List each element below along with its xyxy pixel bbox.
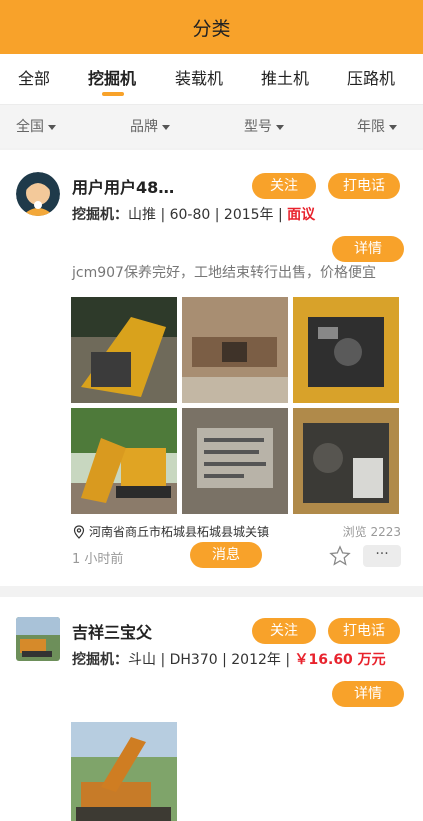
- tab-bulldozer[interactable]: 推土机: [261, 66, 309, 92]
- caret-down-icon: [48, 124, 56, 130]
- spec-text: 山推 | 60-80 | 2015年 |: [128, 207, 288, 223]
- location: 河南省商丘市柘城县柘城县城关镇: [72, 523, 269, 540]
- post-time: 1 小时前: [72, 552, 124, 567]
- star-icon[interactable]: [329, 545, 351, 567]
- message-button[interactable]: 消息: [190, 542, 262, 568]
- follow-button[interactable]: 关注: [252, 173, 316, 199]
- app-header: 分类: [0, 0, 423, 54]
- tab-all[interactable]: 全部: [18, 66, 50, 92]
- listing-photo[interactable]: [293, 297, 399, 403]
- listing-photo[interactable]: [293, 408, 399, 514]
- tab-loader[interactable]: 装载机: [175, 66, 223, 92]
- category-tabs: 全部 挖掘机 装载机 推土机 压路机: [0, 54, 423, 104]
- caret-down-icon: [162, 124, 170, 130]
- location-pin-icon: [73, 524, 85, 539]
- detail-button[interactable]: 详情: [332, 681, 404, 707]
- more-icon[interactable]: ···: [363, 545, 401, 567]
- listing-card[interactable]: 吉祥三宝父 关注 打电话 挖掘机：斗山 | DH370 | 2012年 | ￥1…: [0, 597, 423, 821]
- listing-card[interactable]: 用户用户48… 关注 打电话 挖掘机：山推 | 60-80 | 2015年 | …: [0, 150, 423, 586]
- machine-specs: 挖掘机：山推 | 60-80 | 2015年 | 面议: [72, 204, 315, 224]
- user-name: 吉祥三宝父: [72, 623, 153, 642]
- listing-photo[interactable]: [182, 408, 288, 514]
- listing-photo[interactable]: [71, 408, 177, 514]
- filter-brand[interactable]: 品牌: [130, 105, 170, 149]
- views-value: 2223: [370, 525, 401, 539]
- filter-model-label: 型号: [244, 119, 272, 135]
- caret-down-icon: [389, 124, 397, 130]
- filter-year[interactable]: 年限: [357, 105, 397, 149]
- filter-year-label: 年限: [357, 119, 385, 135]
- avatar[interactable]: [16, 617, 60, 661]
- price: 面议: [287, 207, 316, 223]
- spec-text: 斗山 | DH370 | 2012年 |: [128, 652, 295, 668]
- active-tab-indicator: [102, 92, 124, 96]
- machine-specs: 挖掘机：斗山 | DH370 | 2012年 | ￥16.60 万元: [72, 649, 386, 669]
- spec-prefix: 挖掘机：: [72, 207, 128, 223]
- detail-button[interactable]: 详情: [332, 236, 404, 262]
- follow-button[interactable]: 关注: [252, 618, 316, 644]
- location-text: 河南省商丘市柘城县柘城县城关镇: [89, 525, 270, 539]
- page-title: 分类: [192, 17, 231, 40]
- caret-down-icon: [276, 124, 284, 130]
- filter-bar: 全国 品牌 型号 年限: [0, 104, 423, 148]
- listing-description: jcm907保养完好，工地结束转行出售，价格便宜: [72, 265, 376, 281]
- tab-roller[interactable]: 压路机: [347, 66, 395, 92]
- listing-photo[interactable]: [71, 722, 177, 821]
- price: ￥16.60 万元: [294, 652, 386, 668]
- spec-prefix: 挖掘机：: [72, 652, 128, 668]
- filter-region[interactable]: 全国: [16, 105, 56, 149]
- tab-excavator[interactable]: 挖掘机: [88, 66, 136, 92]
- view-count: 浏览 2223: [343, 523, 401, 540]
- call-button[interactable]: 打电话: [328, 173, 400, 199]
- filter-model[interactable]: 型号: [244, 105, 284, 149]
- user-name: 用户用户48…: [72, 178, 175, 197]
- listing-photo[interactable]: [182, 297, 288, 403]
- filter-brand-label: 品牌: [130, 119, 158, 135]
- listing-photo[interactable]: [71, 297, 177, 403]
- filter-region-label: 全国: [16, 119, 44, 135]
- call-button[interactable]: 打电话: [328, 618, 400, 644]
- avatar[interactable]: [16, 172, 60, 216]
- views-label: 浏览: [342, 525, 367, 539]
